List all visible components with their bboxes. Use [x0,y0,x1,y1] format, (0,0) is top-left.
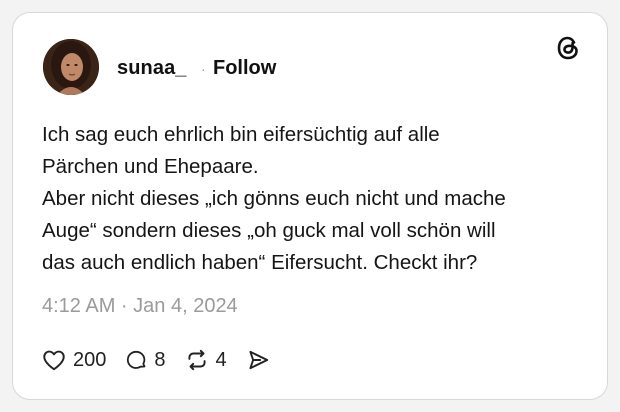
separator-dot: · [201,61,206,77]
like-count: 200 [73,348,107,371]
post-timestamp[interactable]: 4:12 AM · Jan 4, 2024 [42,295,238,318]
comment-bubble-icon [127,350,146,369]
avatar[interactable] [43,39,99,95]
post-text-line: Ich sag euch ehrlich bin eifersüchtig au… [42,123,440,146]
post-text-line: Auge“ sondern dieses „oh guck mal voll s… [42,219,496,242]
share-button[interactable] [245,347,271,373]
post-card: sunaa_ · Follow Ich sag euch ehrlich bin… [12,12,608,400]
username[interactable]: sunaa_ [117,57,187,80]
post-text-line: das auch endlich haben“ Eifersucht. Chec… [42,251,478,274]
post-text-line: Pärchen und Ehepaare. [42,155,259,178]
send-arrow-icon [249,350,268,370]
action-bar: 200 8 4 [41,345,289,375]
repost-arrows-icon [187,349,206,371]
like-button[interactable]: 200 [41,347,106,373]
repost-count: 4 [215,348,227,371]
threads-logo-icon[interactable] [553,33,583,63]
follow-button[interactable]: Follow [213,57,276,80]
avatar-image [43,39,99,95]
heart-icon [43,350,65,371]
reply-count: 8 [154,348,166,371]
repost-button[interactable]: 4 [184,347,227,373]
reply-button[interactable]: 8 [124,348,166,372]
post-text-line: Aber nicht dieses „ich gönns euch nicht … [42,187,506,210]
post-text: Ich sag euch ehrlich bin eifersüchtig au… [42,119,582,279]
